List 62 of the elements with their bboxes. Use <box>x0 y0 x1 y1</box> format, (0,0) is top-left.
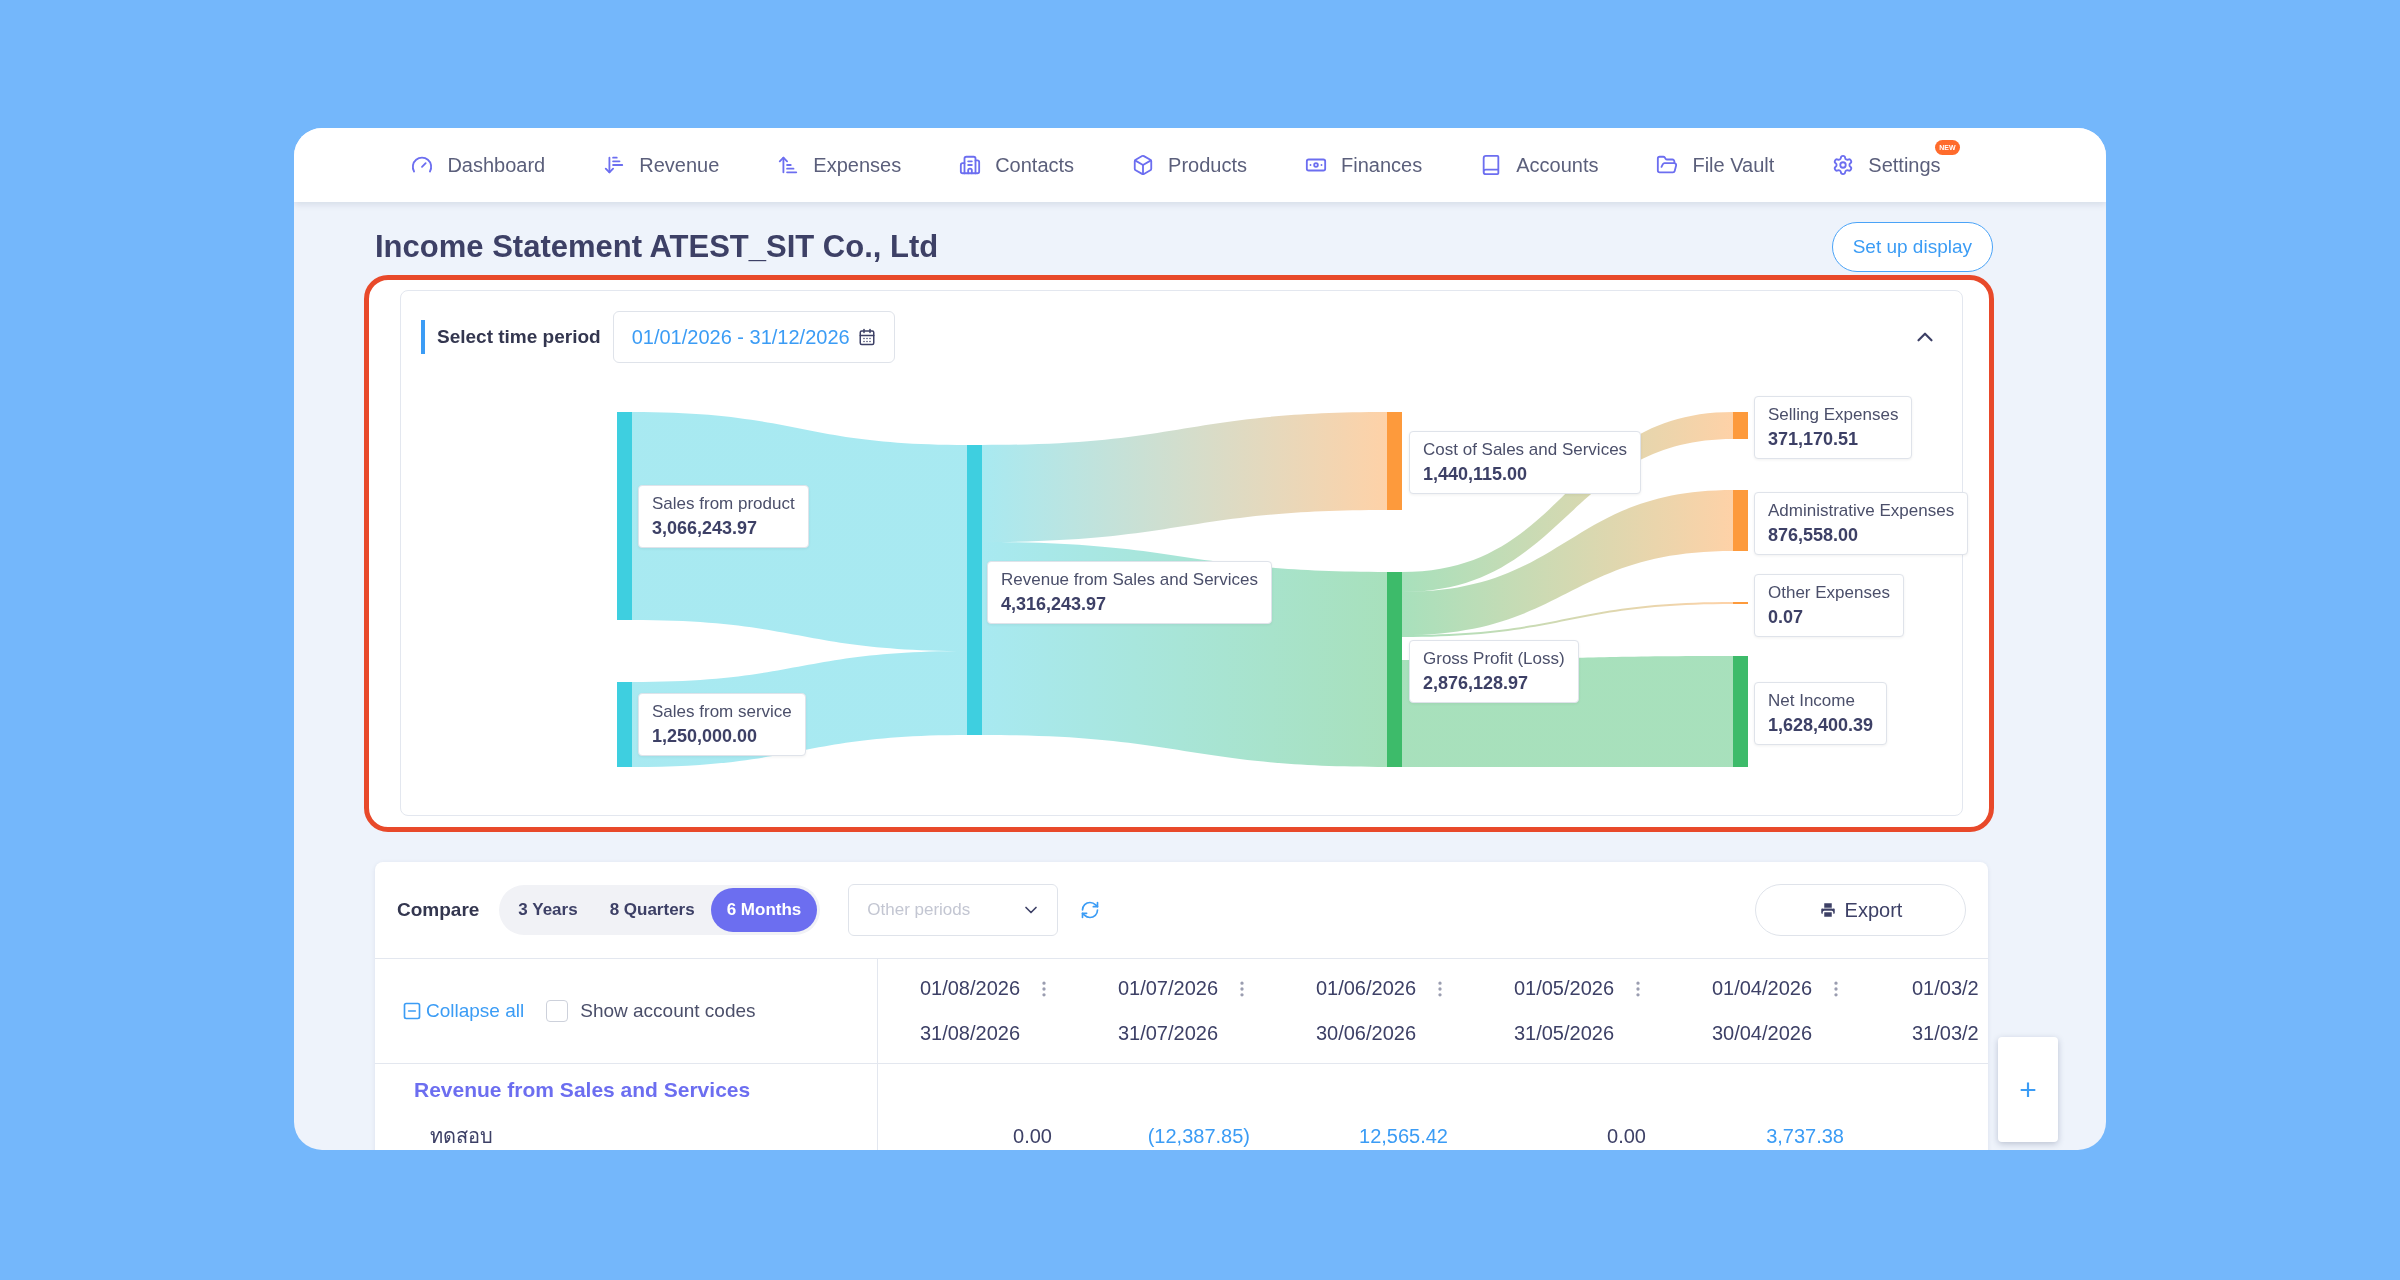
nav-item[interactable]: Revenue <box>574 153 749 177</box>
nav-item[interactable]: Settings <box>1803 153 1970 177</box>
column-start-date: 01/07/2026 <box>1117 977 1219 1000</box>
calendar-icon <box>857 328 876 346</box>
node-value: 876,558.00 <box>1768 525 1860 546</box>
node-name: Selling Expenses <box>1768 405 1899 425</box>
nav-item[interactable]: Finances <box>1276 153 1452 177</box>
sort-icon <box>777 154 800 176</box>
node-name: Other Expenses <box>1768 583 1890 603</box>
column-end-date: 31/05/2026 <box>1513 1022 1615 1045</box>
node-name: Sales from service <box>652 702 792 722</box>
column-end-date: 31/08/2026 <box>919 1022 1021 1045</box>
minus-square-icon <box>402 1001 422 1021</box>
column-start-date: 01/04/2026 <box>1711 977 1813 1000</box>
printer-icon <box>1818 901 1837 919</box>
node-value: 2,876,128.97 <box>1423 673 1530 694</box>
node-value: 4,316,243.97 <box>1001 594 1108 615</box>
node-name: Administrative Expenses <box>1768 501 1955 521</box>
column-start-date: 01/06/2026 <box>1315 977 1417 1000</box>
node-value: 1,440,115.00 <box>1423 464 1529 485</box>
node-name: Revenue from Sales and Services <box>1001 570 1259 590</box>
node-value: 3,066,243.97 <box>652 518 759 539</box>
nav-item[interactable]: File Vault <box>1627 153 1804 177</box>
refresh-icon[interactable] <box>1080 900 1101 920</box>
node-name: Sales from product <box>652 494 795 514</box>
nav-item[interactable]: Dashboard <box>382 153 575 177</box>
building-icon <box>959 154 982 176</box>
checkbox[interactable] <box>546 1000 569 1022</box>
column-end-date: 31/03/2 <box>1912 1022 1979 1045</box>
period-option[interactable]: 3 Years <box>502 888 594 932</box>
column-end-date: 30/06/2026 <box>1315 1022 1417 1045</box>
nav-item[interactable]: Contacts <box>930 153 1104 177</box>
node-value: 371,170.51 <box>1768 429 1860 450</box>
period-option[interactable]: 6 Months <box>710 888 818 932</box>
export-button[interactable]: Export <box>1755 884 1966 936</box>
sort-icon <box>603 154 626 176</box>
table-cell-text: 0.00 <box>1606 1123 1647 1149</box>
period-label: Select time period <box>421 320 601 354</box>
group-row-label[interactable]: Revenue from Sales and Services <box>375 1064 878 1116</box>
column-start-date: 01/03/2 <box>1912 977 1979 1000</box>
period-option[interactable]: 8 Quarters <box>593 888 711 932</box>
node-name: Cost of Sales and Services <box>1423 440 1628 460</box>
node-name: Gross Profit (Loss) <box>1423 649 1565 669</box>
node-value: 1,628,400.39 <box>1768 715 1874 736</box>
box-icon <box>1132 154 1155 176</box>
column-end-date: 31/07/2026 <box>1117 1022 1219 1045</box>
nav-item[interactable]: Accounts <box>1451 153 1628 177</box>
page-title: Income Statement ATEST_SIT Co., Ltd <box>375 229 939 265</box>
node-name: Net Income <box>1768 691 1856 711</box>
node-value: 0.07 <box>1768 607 1805 628</box>
checkbox-label: Show account codes <box>580 1000 756 1022</box>
table-cell-text: 0.00 <box>1012 1123 1053 1149</box>
node-value: 1,250,000.00 <box>652 726 759 747</box>
folder-icon <box>1656 154 1679 176</box>
column-start-date: 01/08/2026 <box>919 977 1021 1000</box>
compare-label: Compare <box>397 899 480 921</box>
nav-item[interactable]: Products <box>1103 153 1276 177</box>
account-name: ทดสอบ <box>375 1116 878 1150</box>
column-start-date: 01/05/2026 <box>1513 977 1615 1000</box>
nav-item[interactable]: Expenses <box>748 153 931 177</box>
settings-icon <box>1832 154 1855 176</box>
column-end-date: 30/04/2026 <box>1711 1022 1813 1045</box>
